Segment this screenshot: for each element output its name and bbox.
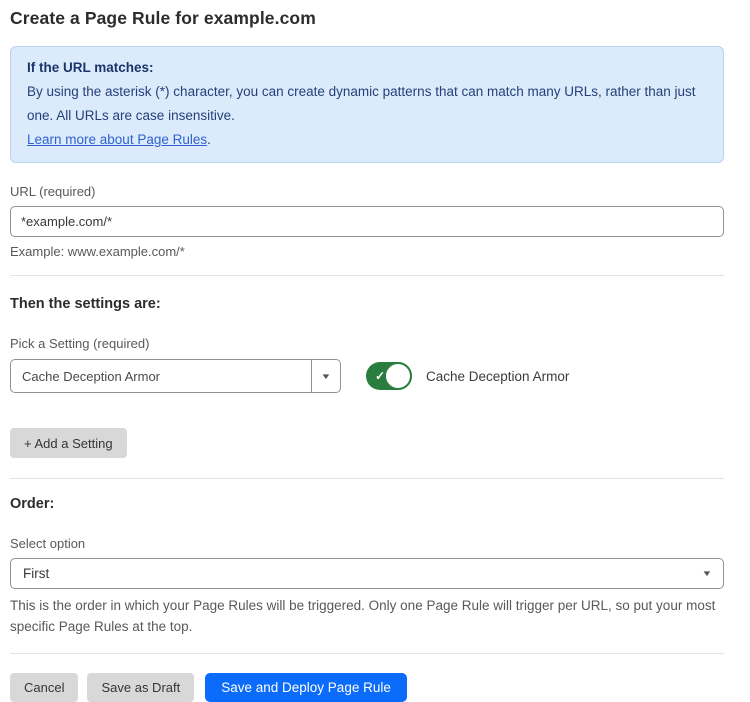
settings-section-heading: Then the settings are:	[10, 296, 724, 312]
page-rule-form: Create a Page Rule for example.com If th…	[0, 0, 750, 702]
divider	[10, 653, 724, 654]
url-example-text: Example: www.example.com/*	[10, 244, 724, 259]
url-match-info-box: If the URL matches: By using the asteris…	[10, 46, 724, 163]
order-select-label: Select option	[10, 536, 724, 551]
cancel-button[interactable]: Cancel	[10, 673, 78, 702]
divider	[10, 478, 724, 479]
add-setting-button[interactable]: + Add a Setting	[10, 428, 127, 458]
save-and-deploy-button[interactable]: Save and Deploy Page Rule	[205, 673, 407, 702]
info-box-heading: If the URL matches:	[27, 56, 707, 80]
page-title: Create a Page Rule for example.com	[10, 8, 724, 29]
info-box-body: By using the asterisk (*) character, you…	[27, 80, 707, 128]
order-select-value: First	[23, 566, 703, 581]
setting-toggle-label: Cache Deception Armor	[426, 369, 569, 384]
setting-toggle[interactable]: ✓	[366, 362, 412, 390]
order-help-text: This is the order in which your Page Rul…	[10, 595, 724, 637]
info-box-link-line: Learn more about Page Rules.	[27, 128, 707, 152]
setting-row: Cache Deception Armor ▼ ✓ Cache Deceptio…	[10, 359, 724, 393]
setting-select[interactable]: Cache Deception Armor ▼	[10, 359, 341, 393]
chevron-down-icon: ▼	[320, 372, 331, 381]
footer-actions: Cancel Save as Draft Save and Deploy Pag…	[10, 673, 724, 702]
setting-select-arrow-button[interactable]: ▼	[311, 360, 340, 392]
setting-toggle-group: ✓ Cache Deception Armor	[366, 362, 569, 390]
toggle-knob	[384, 362, 412, 390]
link-period: .	[207, 132, 211, 147]
chevron-down-icon: ▼	[701, 569, 712, 578]
setting-select-value: Cache Deception Armor	[11, 360, 311, 392]
url-field-label: URL (required)	[10, 184, 724, 199]
save-as-draft-button[interactable]: Save as Draft	[87, 673, 194, 702]
order-select[interactable]: First ▼	[10, 558, 724, 589]
divider	[10, 275, 724, 276]
url-input[interactable]	[10, 206, 724, 237]
pick-setting-label: Pick a Setting (required)	[10, 336, 724, 351]
order-section-heading: Order:	[10, 496, 724, 512]
learn-more-link[interactable]: Learn more about Page Rules	[27, 132, 207, 147]
